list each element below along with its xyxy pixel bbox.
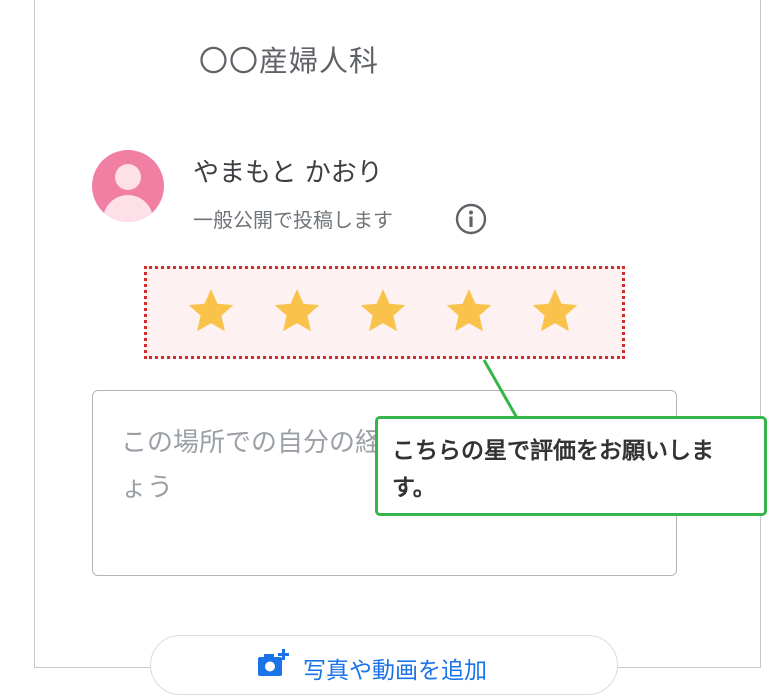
place-title: 〇〇産婦人科 xyxy=(198,44,379,78)
visibility-note: 一般公開で投稿します xyxy=(193,208,393,232)
add-media-button[interactable]: 写真や動画を追加 xyxy=(150,635,618,695)
add-media-label: 写真や動画を追加 xyxy=(303,658,487,684)
avatar-head xyxy=(115,164,141,190)
user-name: やまもと かおり xyxy=(193,158,383,188)
callout-annotation: こちらの星で評価をお願いします。 xyxy=(375,416,767,516)
add-photo-icon xyxy=(258,649,289,676)
avatar xyxy=(92,150,164,222)
info-icon[interactable] xyxy=(455,203,487,235)
star-5-icon[interactable] xyxy=(530,286,580,336)
star-1-icon[interactable] xyxy=(186,286,236,336)
avatar-body xyxy=(103,195,153,222)
star-2-icon[interactable] xyxy=(272,286,322,336)
star-4-icon[interactable] xyxy=(444,286,494,336)
star-3-icon[interactable] xyxy=(358,286,408,336)
